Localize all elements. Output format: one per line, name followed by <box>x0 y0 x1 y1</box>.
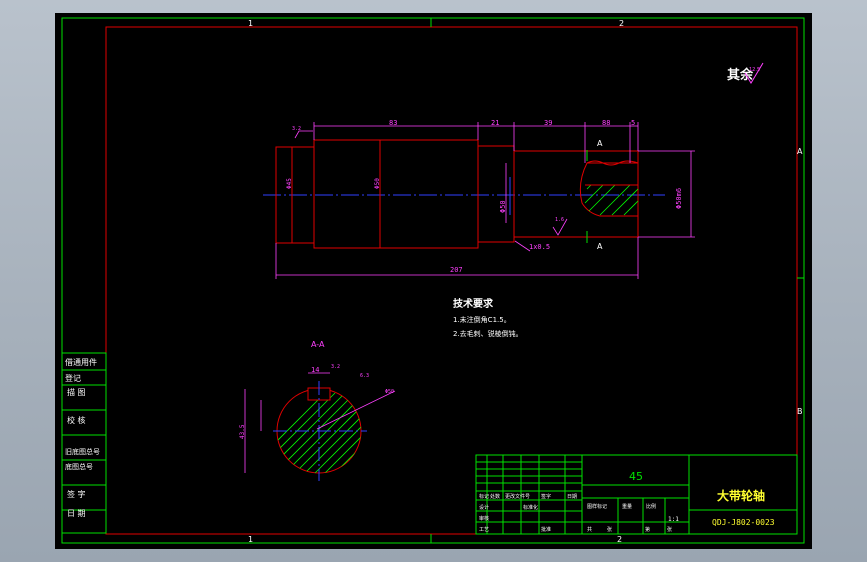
title-label: 批准 <box>541 526 551 533</box>
keyway-hatch <box>584 184 639 216</box>
title-label: 更改文件号 <box>505 493 530 500</box>
title-label: 处数 <box>490 493 500 500</box>
title-label: 图样标记 <box>587 503 607 510</box>
outer-frame <box>61 17 805 544</box>
dim-key-depth: 43.5 <box>239 424 246 439</box>
tech-requirements-title: 技术要求 <box>453 297 494 310</box>
dim-207: 207 <box>450 266 463 274</box>
title-label: 第 <box>645 526 650 533</box>
zone-label-bottom-1: 1 <box>248 535 253 544</box>
dim-39: 39 <box>544 119 552 127</box>
zone-label-bottom-2: 2 <box>617 535 622 544</box>
shaft-main-view <box>263 139 665 249</box>
left-table-cell: 登记 <box>65 373 81 383</box>
drawing-number: QDJ-J802-0023 <box>712 518 775 527</box>
title-label: 张 <box>607 526 612 533</box>
title-label: 比例 <box>646 503 656 510</box>
dim-dia-left: Φ45 <box>286 178 293 189</box>
dim-dia-step: Φ50 <box>499 200 507 213</box>
dim-21: 21 <box>491 119 499 127</box>
left-table-cell: 描 图 <box>67 387 86 397</box>
title-label: 设计 <box>479 504 489 511</box>
section-title: A-A <box>311 340 325 349</box>
title-label: 张 <box>667 526 672 533</box>
rough-sec2: 6.3 <box>360 373 369 379</box>
tech-requirement-2: 2.去毛刺、锐棱倒钝。 <box>453 329 523 338</box>
zone-label-right-a: A <box>797 147 803 156</box>
title-label: 签字 <box>541 493 551 500</box>
title-label: 工艺 <box>479 527 489 533</box>
dim-83: 83 <box>389 119 397 127</box>
dim-dia-mid: Φ50 <box>374 178 381 189</box>
left-table-cell: 签 字 <box>67 489 86 499</box>
cad-drawing-canvas[interactable]: 1 2 1 2 A B 其余 12.5 83 21 39 88 5 207 Φ5… <box>55 13 812 549</box>
rough-sec1: 3.2 <box>331 364 340 370</box>
rough-mid: 1.6 <box>555 217 564 223</box>
title-label: 共 <box>587 526 592 533</box>
zone-label-top-1: 1 <box>248 19 253 28</box>
title-label: 审核 <box>479 515 489 522</box>
material: 45 <box>629 470 643 483</box>
left-table-cell: 校 核 <box>67 415 86 425</box>
scale: 1:1 <box>668 516 679 523</box>
sec-dim: Φ50 <box>385 389 394 395</box>
title-label: 日期 <box>567 494 577 500</box>
inner-frame <box>105 26 798 535</box>
zone-label-right-b: B <box>797 407 803 416</box>
dim-chamfer: 1x0.5 <box>529 243 550 251</box>
drawing-svg: 1 2 1 2 A B 其余 12.5 83 21 39 88 5 207 Φ5… <box>61 17 805 544</box>
zone-label-top-2: 2 <box>619 19 624 28</box>
tech-requirement-1: 1.未注倒角C1.5。 <box>453 315 511 324</box>
dim-88: 88 <box>602 119 610 127</box>
title-label: 标准化 <box>523 504 538 511</box>
title-label: 重量 <box>622 503 632 510</box>
left-table-cell: 旧底图总号 <box>65 447 100 456</box>
dim-5: 5 <box>631 119 635 127</box>
rough-left: 3.2 <box>292 126 301 132</box>
dim-dia-right: Φ50m6 <box>675 188 683 209</box>
section-marker-a-top: A <box>597 139 603 148</box>
title-label: 标记 <box>479 493 489 500</box>
section-marker-a-bottom: A <box>597 242 603 251</box>
section-a-a-view <box>244 372 396 481</box>
left-table-cell: 底图总号 <box>65 462 93 471</box>
dim-key-width: 14 <box>311 366 319 374</box>
left-table-cell: 借通用件 <box>65 357 97 367</box>
left-table-cell: 日 期 <box>67 509 86 518</box>
part-name: 大带轮轴 <box>717 488 765 503</box>
